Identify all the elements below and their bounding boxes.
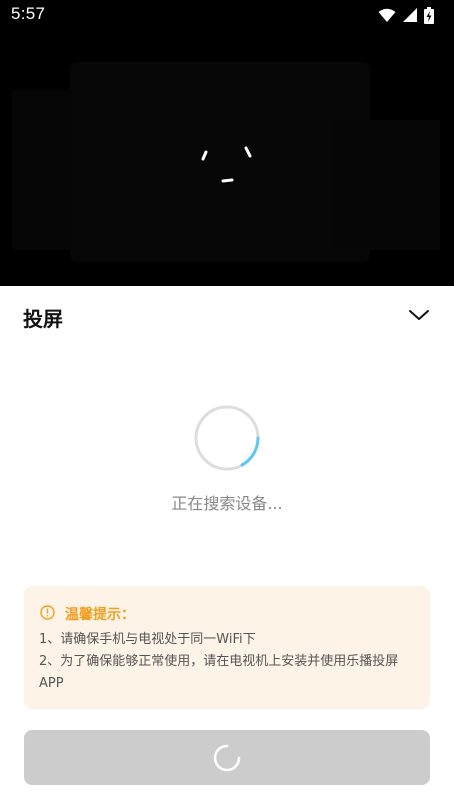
battery-charging-icon <box>424 6 434 24</box>
tips-line-1: 1、请确保手机与电视处于同一WiFi下 <box>39 632 256 647</box>
loading-spinner-icon <box>213 744 241 771</box>
cell-signal-icon <box>403 7 417 22</box>
wifi-icon <box>378 8 396 22</box>
tips-box: 温馨提示： 1、请确保手机与电视处于同一WiFi下 2、为了确保能够正常使用，请… <box>24 586 430 709</box>
status-bar: 5:57 <box>0 0 454 30</box>
video-frame-shadow-left <box>12 90 72 250</box>
info-icon <box>40 605 55 620</box>
status-time: 5:57 <box>11 4 46 23</box>
status-icons <box>378 6 434 24</box>
tips-line-2: 2、为了确保能够正常使用，请在电视机上安装并使用乐播投屏APP <box>39 654 399 691</box>
video-frame-shadow-right <box>330 120 440 250</box>
searching-status-text: 正在搜索设备... <box>171 494 283 513</box>
sheet-title: 投屏 <box>23 307 63 331</box>
searching-spinner-icon <box>194 405 260 471</box>
chevron-down-icon <box>409 310 429 320</box>
video-preview <box>0 30 454 286</box>
collapse-button[interactable] <box>404 304 434 326</box>
cast-sheet: 投屏 正在搜索设备... 温馨提示： 1、请确保手机与电视处于同一WiFi下 2… <box>0 286 454 807</box>
loading-spinner-icon <box>201 146 252 183</box>
tips-title: 温馨提示： <box>65 607 135 623</box>
cast-action-button[interactable] <box>24 730 430 785</box>
